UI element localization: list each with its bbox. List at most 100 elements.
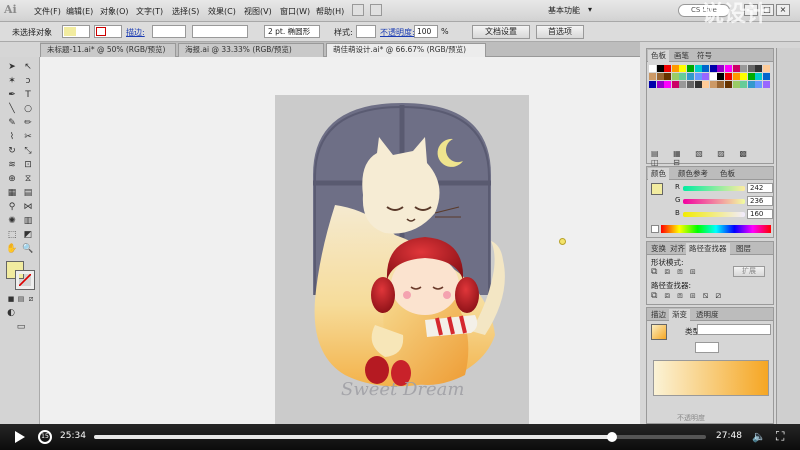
- swatch-cell[interactable]: [717, 81, 725, 88]
- swatch-cell[interactable]: [702, 65, 710, 72]
- menu-window[interactable]: 窗口(W): [280, 6, 310, 17]
- perspective-icon[interactable]: ⧖: [21, 173, 35, 185]
- screen-mode-icon[interactable]: ▭: [14, 321, 28, 333]
- bridge-icon[interactable]: [352, 4, 364, 16]
- tab-document-3[interactable]: 萌佳萌设计.ai* @ 66.67% (RGB/预览): [326, 43, 486, 57]
- swatch-cell[interactable]: [755, 65, 763, 72]
- swatch-cell[interactable]: [656, 65, 664, 72]
- gradient-preview-swatch[interactable]: [651, 324, 667, 340]
- volume-icon[interactable]: 🔈: [752, 430, 766, 443]
- swatch-cell[interactable]: [702, 73, 710, 80]
- gradient-type-select[interactable]: [697, 324, 771, 335]
- r-value[interactable]: 242: [747, 183, 773, 193]
- free-transform-icon[interactable]: ⊡: [21, 159, 35, 171]
- tab-layers[interactable]: 图层: [733, 243, 754, 255]
- menu-help[interactable]: 帮助(H): [316, 6, 344, 17]
- fill-swatch[interactable]: [62, 25, 90, 38]
- stroke-label[interactable]: 描边:: [126, 27, 145, 38]
- tab-pathfinder[interactable]: 路径查找器: [686, 243, 730, 255]
- g-value[interactable]: 236: [747, 196, 773, 206]
- tab-align[interactable]: 对齐: [667, 243, 688, 255]
- menu-view[interactable]: 视图(V): [244, 6, 272, 17]
- seek-handle[interactable]: [607, 432, 618, 442]
- swatch-cell[interactable]: [679, 73, 687, 80]
- magic-wand-icon[interactable]: ✶: [5, 75, 19, 87]
- hand-tool-icon[interactable]: ✋: [5, 243, 19, 255]
- swatch-cell[interactable]: [679, 65, 687, 72]
- pathfinder-icons[interactable]: ⧉⧈⧇⧆⧅⧄: [651, 291, 728, 301]
- workspace-switcher[interactable]: 基本功能: [548, 5, 580, 16]
- mesh-tool-icon[interactable]: ▦: [5, 187, 19, 199]
- swatch-cell[interactable]: [671, 65, 679, 72]
- b-slider[interactable]: [683, 212, 745, 217]
- stroke-weight-field[interactable]: [152, 25, 186, 38]
- style-swatch[interactable]: [356, 25, 376, 38]
- swatch-cell[interactable]: [717, 73, 725, 80]
- swatch-cell[interactable]: [740, 81, 748, 88]
- swatch-cell[interactable]: [702, 81, 710, 88]
- swatch-cell[interactable]: [649, 65, 656, 72]
- tab-symbols[interactable]: 符号: [694, 50, 715, 62]
- swatch-cell[interactable]: [763, 81, 770, 88]
- symbol-sprayer-icon[interactable]: ✺: [5, 215, 19, 227]
- swatch-cell[interactable]: [664, 65, 672, 72]
- none-color-icon[interactable]: [651, 225, 659, 233]
- swatch-cell[interactable]: [694, 65, 702, 72]
- preferences-button[interactable]: 首选项: [536, 25, 584, 39]
- brush-field[interactable]: 2 pt. 椭圆形: [264, 25, 320, 38]
- scale-tool-icon[interactable]: ⤡: [21, 145, 35, 157]
- opacity-field[interactable]: 100: [414, 25, 438, 38]
- fullscreen-icon[interactable]: ⛶: [776, 429, 784, 444]
- swatch-cell[interactable]: [679, 81, 687, 88]
- line-tool-icon[interactable]: ╲: [5, 103, 19, 115]
- swatch-cell[interactable]: [664, 73, 672, 80]
- stroke-color-box[interactable]: [15, 270, 35, 290]
- swatch-cell[interactable]: [725, 65, 732, 72]
- swatch-cell[interactable]: [709, 81, 717, 88]
- tab-document-2[interactable]: 海报.ai @ 33.33% (RGB/预览): [178, 43, 324, 57]
- swatch-cell[interactable]: [763, 65, 770, 72]
- swatch-cell[interactable]: [671, 73, 679, 80]
- gradient-ramp[interactable]: [653, 360, 769, 396]
- slice-tool-icon[interactable]: ◩: [21, 229, 35, 241]
- tab-transform[interactable]: 变换: [648, 243, 669, 255]
- none-mode-icon[interactable]: ⧄: [24, 293, 38, 305]
- swatch-cell[interactable]: [649, 73, 656, 80]
- swatch-cell[interactable]: [656, 73, 664, 80]
- warp-tool-icon[interactable]: ≋: [5, 159, 19, 171]
- swatch-cell[interactable]: [732, 65, 740, 72]
- swatch-cell[interactable]: [747, 81, 755, 88]
- swatch-cell[interactable]: [763, 73, 770, 80]
- swatch-cell[interactable]: [740, 73, 748, 80]
- pen-tool-icon[interactable]: ✒: [5, 89, 19, 101]
- gradient-tool-icon[interactable]: ▤: [21, 187, 35, 199]
- brush-tool-icon[interactable]: ✎: [5, 117, 19, 129]
- tab-gradient[interactable]: 渐变: [669, 309, 690, 321]
- draw-mode-icon[interactable]: ◐: [4, 307, 18, 319]
- swatch-cell[interactable]: [747, 65, 755, 72]
- swatch-cell[interactable]: [755, 73, 763, 80]
- menu-edit[interactable]: 编辑(E): [66, 6, 93, 17]
- swatch-cell[interactable]: [694, 81, 702, 88]
- swatch-cell[interactable]: [671, 81, 679, 88]
- swatch-cell[interactable]: [732, 81, 740, 88]
- swatch-cell[interactable]: [725, 81, 732, 88]
- swatch-cell[interactable]: [709, 65, 717, 72]
- b-value[interactable]: 160: [747, 209, 773, 219]
- swatch-cell[interactable]: [694, 73, 702, 80]
- swatch-cell[interactable]: [732, 73, 740, 80]
- artboard[interactable]: Sweet Dream: [275, 95, 529, 425]
- tab-document-1[interactable]: 未标题-11.ai* @ 50% (RGB/预览): [40, 43, 176, 57]
- menu-effect[interactable]: 效果(C): [208, 6, 236, 17]
- swatch-cell[interactable]: [755, 81, 763, 88]
- blob-brush-icon[interactable]: ⌇: [5, 131, 19, 143]
- opacity-label[interactable]: 不透明度:: [380, 27, 415, 38]
- shape-builder-icon[interactable]: ⊕: [5, 173, 19, 185]
- swatch-cell[interactable]: [717, 65, 725, 72]
- swatch-cell[interactable]: [709, 73, 717, 80]
- menu-file[interactable]: 文件(F): [34, 6, 61, 17]
- document-setup-button[interactable]: 文档设置: [472, 25, 530, 39]
- artboard-tool-icon[interactable]: ⬚: [5, 229, 19, 241]
- tab-stroke[interactable]: 描边: [648, 309, 669, 321]
- type-tool-icon[interactable]: T: [21, 89, 35, 101]
